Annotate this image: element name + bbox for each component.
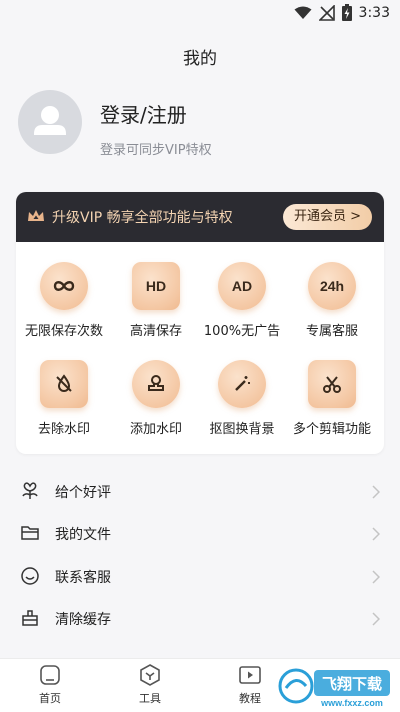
wifi-icon: [294, 6, 312, 20]
chevron-right-icon: [372, 569, 381, 588]
feature-exclusive-support[interactable]: 24h 专属客服: [286, 262, 378, 339]
feature-remove-watermark[interactable]: 去除水印: [18, 360, 110, 437]
feature-unlimited-saves[interactable]: 无限保存次数: [18, 262, 110, 339]
feature-label: 100%无广告: [203, 324, 281, 339]
feature-label: 专属客服: [305, 324, 358, 339]
folder-icon: [20, 523, 40, 547]
vip-card: 升级VIP 畅享全部功能与特权 开通会员 > 无限保存次数 HD 高清保存 AD…: [16, 192, 384, 454]
scissors-icon: [308, 360, 356, 408]
flower-icon: [20, 481, 40, 505]
site-watermark-logo: 飞翔下载 www.fxxz.com: [276, 664, 394, 710]
user-icon: [34, 106, 66, 135]
24h-icon: 24h: [308, 262, 356, 310]
feature-add-watermark[interactable]: 添加水印: [110, 360, 202, 437]
nav-label: 教程: [239, 692, 261, 705]
nav-tutorials[interactable]: 教程: [220, 663, 280, 706]
open-membership-button[interactable]: 开通会员 >: [282, 204, 372, 230]
nav-home[interactable]: 首页: [20, 663, 80, 706]
nav-label: 工具: [139, 692, 161, 705]
battery-charging-icon: [341, 4, 352, 21]
menu-item-clear-cache[interactable]: 清除缓存: [0, 597, 400, 639]
home-icon: [40, 665, 60, 685]
hd-icon: HD: [132, 262, 180, 310]
magic-wand-icon: [218, 360, 266, 408]
ad-icon: AD: [218, 262, 266, 310]
login-subtitle: 登录可同步VIP特权: [100, 143, 212, 158]
chevron-right-icon: [372, 611, 381, 630]
svg-text:飞翔下载: 飞翔下载: [322, 675, 382, 693]
login-register-link[interactable]: 登录/注册: [100, 99, 187, 128]
menu-item-contact-support[interactable]: 联系客服: [0, 555, 400, 597]
feature-no-ads[interactable]: AD 100%无广告: [196, 262, 288, 339]
status-bar: 3:33: [0, 0, 400, 28]
stamp-icon: [132, 360, 180, 408]
no-signal-icon: [318, 4, 335, 21]
feature-editing-tools[interactable]: 多个剪辑功能: [286, 360, 378, 437]
remove-watermark-icon: [40, 360, 88, 408]
nav-label: 首页: [39, 692, 61, 705]
broom-icon: [20, 608, 40, 632]
menu-item-rate[interactable]: 给个好评: [0, 470, 400, 512]
svg-text:www.fxxz.com: www.fxxz.com: [320, 698, 383, 708]
feature-cutout-background[interactable]: 抠图换背景: [196, 360, 288, 437]
cube-icon: [140, 664, 160, 686]
feature-label: 添加水印: [129, 422, 182, 437]
feature-label: 高清保存: [129, 324, 182, 339]
menu-label: 联系客服: [55, 570, 111, 586]
crown-icon: [26, 206, 46, 230]
avatar[interactable]: [18, 90, 82, 154]
infinity-icon: [40, 262, 88, 310]
menu-label: 我的文件: [55, 527, 111, 543]
menu-label: 给个好评: [55, 485, 111, 501]
menu-label: 清除缓存: [55, 612, 111, 628]
vip-banner[interactable]: 升级VIP 畅享全部功能与特权 开通会员 >: [16, 192, 384, 242]
menu-item-my-files[interactable]: 我的文件: [0, 512, 400, 554]
play-icon: [239, 666, 261, 684]
page-title: 我的: [183, 49, 217, 69]
chevron-right-icon: [372, 526, 381, 545]
feature-label: 去除水印: [37, 422, 90, 437]
status-icons: 3:33: [294, 4, 390, 21]
nav-tools[interactable]: 工具: [120, 663, 180, 706]
headset-icon: [20, 566, 40, 590]
chevron-right-icon: [372, 484, 381, 503]
feature-label: 无限保存次数: [24, 324, 103, 339]
feature-hd-save[interactable]: HD 高清保存: [110, 262, 202, 339]
vip-banner-text: 升级VIP 畅享全部功能与特权: [52, 210, 233, 226]
feature-label: 抠图换背景: [209, 422, 275, 437]
status-time: 3:33: [358, 4, 390, 21]
feature-label: 多个剪辑功能: [292, 422, 371, 437]
